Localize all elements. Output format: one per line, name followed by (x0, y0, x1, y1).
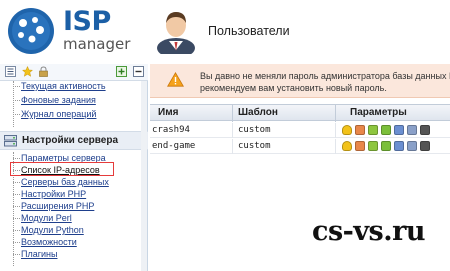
ssl-icon[interactable] (394, 125, 404, 135)
tree-connector (13, 86, 20, 87)
page-title: Пользователи (208, 24, 290, 38)
tree-connector (13, 206, 20, 207)
column-divider (232, 105, 233, 122)
cell-user-name: end-game (152, 141, 196, 151)
server-settings-icon (4, 135, 17, 147)
warning-message: Вы давно не меняли пароль администратора… (200, 70, 450, 94)
ssl-icon[interactable] (394, 141, 404, 151)
sidebar-item-features[interactable]: Возможности (21, 237, 77, 248)
ssi-icon[interactable] (381, 125, 391, 135)
sidebar-item-current-activity[interactable]: Текущая активность (21, 81, 106, 92)
lock-icon[interactable] (38, 66, 49, 77)
php-icon[interactable] (368, 125, 378, 135)
tree-connector (13, 230, 20, 231)
lamp-icon[interactable] (342, 141, 352, 151)
column-divider (232, 123, 233, 138)
column-header-template[interactable]: Шаблон (238, 107, 278, 118)
warning-icon (167, 72, 184, 87)
column-divider (335, 105, 336, 122)
users-avatar-icon (157, 12, 195, 54)
tree-connector (13, 254, 20, 255)
sidebar-item-perl-modules[interactable]: Модули Perl (21, 213, 72, 224)
watermark-text: cs-vs.ru (312, 216, 426, 247)
column-divider (232, 139, 233, 154)
mail-icon[interactable] (407, 141, 417, 151)
tree-connector (13, 158, 20, 159)
cell-user-name: crash94 (152, 125, 190, 135)
sidebar-scrollbar[interactable] (141, 81, 147, 271)
tree-connector (13, 194, 20, 195)
favorite-star-icon[interactable] (22, 66, 33, 77)
ispmanager-logo: ISP manager (6, 4, 136, 60)
sidebar-item-database-servers[interactable]: Серверы баз данных (21, 177, 109, 188)
lamp-icon[interactable] (342, 125, 352, 135)
warning-line-1: Вы давно не меняли пароль администратора… (200, 71, 450, 81)
password-warning-banner: Вы давно не меняли пароль администратора… (150, 64, 450, 98)
sidebar-item-python-modules[interactable]: Модули Python (21, 225, 84, 236)
table-row[interactable]: crash94 custom (150, 123, 450, 138)
column-divider (335, 123, 336, 138)
ssi-icon[interactable] (381, 141, 391, 151)
tree-connector (13, 218, 20, 219)
warning-line-2: рекомендуем вам установить новый пароль. (200, 83, 387, 93)
collapse-all-icon[interactable] (133, 66, 144, 77)
tree-connector (13, 114, 20, 115)
php-icon[interactable] (368, 141, 378, 151)
cgi-icon[interactable] (355, 125, 365, 135)
tree-connector (13, 242, 20, 243)
logo-mark-icon (8, 8, 54, 54)
sidebar-item-background-jobs[interactable]: Фоновые задания (21, 95, 96, 106)
tree-connector (13, 81, 14, 127)
cell-template: custom (238, 125, 271, 135)
tree-connector (13, 182, 20, 183)
brand-manager: manager (63, 35, 131, 53)
column-divider (335, 139, 336, 154)
expand-all-icon[interactable] (116, 66, 127, 77)
sidebar-item-operations-log[interactable]: Журнал операций (21, 109, 96, 120)
sidebar-item-php-settings[interactable]: Настройки PHP (21, 189, 86, 200)
list-icon[interactable] (5, 66, 16, 77)
section-label: Настройки сервера (22, 135, 119, 146)
column-header-parameters[interactable]: Параметры (350, 107, 407, 118)
sidebar-toolbar (0, 64, 148, 81)
sidebar-item-plugins[interactable]: Плагины (21, 249, 57, 260)
sidebar-navigation: Текущая активность Фоновые задания Журна… (0, 64, 148, 271)
shell-icon[interactable] (420, 141, 430, 151)
tree-connector (13, 100, 20, 101)
table-header: Имя Шаблон Параметры (150, 104, 450, 122)
cgi-icon[interactable] (355, 141, 365, 151)
brand-isp: ISP (63, 6, 111, 37)
shell-icon[interactable] (420, 125, 430, 135)
selected-item-highlight (10, 162, 114, 176)
cell-template: custom (238, 141, 271, 151)
sidebar-item-php-extensions[interactable]: Расширения PHP (21, 201, 94, 212)
table-row[interactable]: end-game custom (150, 139, 450, 154)
sidebar-section-server-settings[interactable]: Настройки сервера (0, 131, 148, 150)
column-header-name[interactable]: Имя (158, 107, 178, 118)
mail-icon[interactable] (407, 125, 417, 135)
